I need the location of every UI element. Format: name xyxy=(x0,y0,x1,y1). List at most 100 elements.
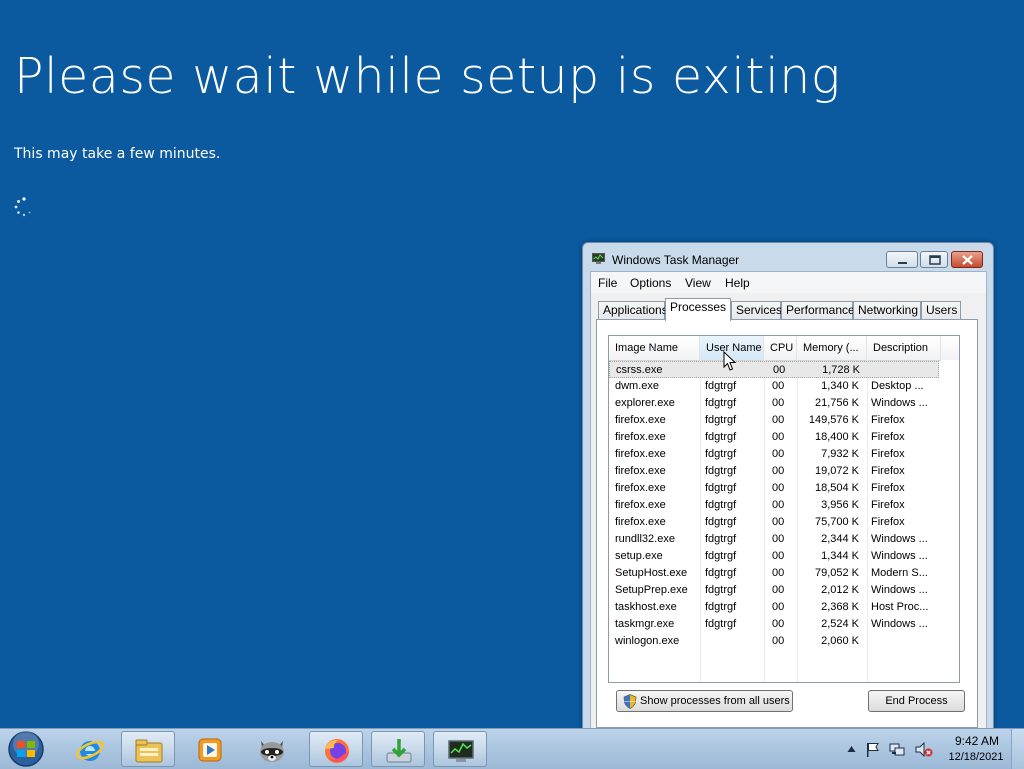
volume-muted-icon[interactable] xyxy=(915,742,933,757)
sort-ascending-icon: ▲ xyxy=(651,345,658,352)
description-cell: Firefox xyxy=(871,482,905,494)
process-row[interactable]: firefox.exe fdgtrgf 00 3,956 K Firefox xyxy=(609,497,939,514)
menu-help[interactable]: Help xyxy=(725,276,750,290)
cpu-cell: 00 xyxy=(772,431,785,443)
menu-options[interactable]: Options xyxy=(630,276,671,290)
cpu-cell: 00 xyxy=(772,601,785,613)
cpu-cell: 00 xyxy=(772,397,785,409)
column-header-cpu[interactable]: CPU xyxy=(764,336,797,360)
process-row[interactable]: taskmgr.exe fdgtrgf 00 2,524 K Windows ... xyxy=(609,616,939,633)
cpu-cell: 00 xyxy=(772,618,785,630)
show-all-processes-button[interactable]: Show processes from all users xyxy=(616,690,793,712)
title-bar[interactable]: Windows Task Manager xyxy=(583,243,993,271)
user-name-cell: fdgtrgf xyxy=(705,465,737,477)
taskbar: 9:42 AM 12/18/2021 xyxy=(0,728,1024,769)
maximize-icon xyxy=(929,255,941,265)
setup-title: Please wait while setup is exiting xyxy=(14,48,841,105)
taskbar-internet-explorer[interactable] xyxy=(63,731,117,767)
user-name-cell: fdgtrgf xyxy=(705,431,737,443)
description-cell: Firefox xyxy=(871,499,905,511)
minimize-button[interactable] xyxy=(886,251,918,268)
taskbar-installer[interactable] xyxy=(371,731,425,767)
user-name-cell: fdgtrgf xyxy=(705,550,737,562)
process-row[interactable]: setup.exe fdgtrgf 00 1,344 K Windows ... xyxy=(609,548,939,565)
installer-icon xyxy=(386,739,412,763)
menu-view[interactable]: View xyxy=(685,276,711,290)
action-center-flag-icon[interactable] xyxy=(865,742,881,757)
cpu-cell: 00 xyxy=(772,499,785,511)
process-row[interactable]: firefox.exe fdgtrgf 00 18,504 K Firefox xyxy=(609,480,939,497)
clock-date[interactable]: 12/18/2021 xyxy=(941,751,1011,763)
description-cell: Firefox xyxy=(871,431,905,443)
close-button[interactable] xyxy=(951,251,983,268)
memory-cell: 2,344 K xyxy=(821,533,859,545)
memory-cell: 21,756 K xyxy=(814,397,859,409)
description-cell: Windows ... xyxy=(871,533,928,545)
show-hidden-icons-icon[interactable] xyxy=(847,745,856,753)
process-row[interactable]: csrss.exe 00 1,728 K xyxy=(609,361,939,378)
column-header-description[interactable]: Description xyxy=(867,336,941,360)
tab-users[interactable]: Users xyxy=(921,301,961,319)
memory-cell: 79,052 K xyxy=(814,567,859,579)
tab-performance[interactable]: Performance xyxy=(781,301,855,319)
memory-cell: 149,576 K xyxy=(808,414,859,426)
network-icon[interactable] xyxy=(889,742,905,757)
image-name-cell: firefox.exe xyxy=(615,482,666,494)
process-row[interactable]: dwm.exe fdgtrgf 00 1,340 K Desktop ... xyxy=(609,378,939,395)
memory-cell: 2,368 K xyxy=(821,601,859,613)
user-name-cell: fdgtrgf xyxy=(705,397,737,409)
image-name-cell: explorer.exe xyxy=(615,397,675,409)
show-all-label: Show processes from all users xyxy=(640,695,790,707)
process-row[interactable]: winlogon.exe 00 2,060 K xyxy=(609,633,939,650)
taskbar-file-explorer[interactable] xyxy=(121,731,175,767)
column-header-image-name[interactable]: ▲ Image Name xyxy=(609,336,700,360)
taskbar-raccoon-app[interactable] xyxy=(245,731,299,767)
end-process-button[interactable]: End Process xyxy=(868,690,965,712)
window-client-area: File Options View Help Applications Proc… xyxy=(590,271,987,729)
clock-time[interactable]: 9:42 AM xyxy=(945,734,1009,748)
process-row[interactable]: firefox.exe fdgtrgf 00 75,700 K Firefox xyxy=(609,514,939,531)
description-cell: Firefox xyxy=(871,516,905,528)
cpu-cell: 00 xyxy=(772,380,785,392)
cpu-cell: 00 xyxy=(772,448,785,460)
show-desktop-button[interactable] xyxy=(1011,729,1024,769)
process-row[interactable]: firefox.exe fdgtrgf 00 18,400 K Firefox xyxy=(609,429,939,446)
taskbar-task-manager[interactable] xyxy=(433,731,487,767)
cpu-cell: 00 xyxy=(773,364,786,376)
menu-file[interactable]: File xyxy=(598,276,617,290)
taskbar-firefox[interactable] xyxy=(309,731,363,767)
start-orb-icon[interactable] xyxy=(6,730,46,768)
description-cell: Modern S... xyxy=(871,567,928,579)
task-manager-window[interactable]: Windows Task Manager File Options View H… xyxy=(582,242,994,730)
taskbar-media-player[interactable] xyxy=(183,731,237,767)
tab-applications[interactable]: Applications xyxy=(598,301,668,319)
process-list[interactable]: ▲ Image Name User Name CPU Memory (... D… xyxy=(608,335,960,683)
mouse-cursor-icon xyxy=(723,351,737,371)
description-cell: Firefox xyxy=(871,414,905,426)
column-label: CPU xyxy=(770,342,794,354)
description-cell: Host Proc... xyxy=(871,601,929,613)
process-row[interactable]: firefox.exe fdgtrgf 00 19,072 K Firefox xyxy=(609,463,939,480)
maximize-button[interactable] xyxy=(920,251,948,268)
memory-cell: 1,344 K xyxy=(821,550,859,562)
user-name-cell: fdgtrgf xyxy=(705,533,737,545)
image-name-cell: firefox.exe xyxy=(615,499,666,511)
minimize-icon xyxy=(898,262,907,264)
file-explorer-icon xyxy=(135,739,163,763)
process-row[interactable]: SetupHost.exe fdgtrgf 00 79,052 K Modern S..… xyxy=(609,565,939,582)
tab-processes[interactable]: Processes xyxy=(665,298,731,321)
process-row[interactable]: firefox.exe fdgtrgf 00 7,932 K Firefox xyxy=(609,446,939,463)
user-name-cell: fdgtrgf xyxy=(705,482,737,494)
column-header-memory[interactable]: Memory (... xyxy=(797,336,867,360)
process-row[interactable]: rundll32.exe fdgtrgf 00 2,344 K Windows ... xyxy=(609,531,939,548)
image-name-cell: setup.exe xyxy=(615,550,663,562)
tab-networking[interactable]: Networking xyxy=(853,301,921,319)
cpu-cell: 00 xyxy=(772,635,785,647)
cpu-cell: 00 xyxy=(772,567,785,579)
process-row[interactable]: explorer.exe fdgtrgf 00 21,756 K Windows ... xyxy=(609,395,939,412)
tab-services[interactable]: Services xyxy=(731,301,782,319)
process-row[interactable]: taskhost.exe fdgtrgf 00 2,368 K Host Proc... xyxy=(609,599,939,616)
memory-cell: 2,060 K xyxy=(821,635,859,647)
process-row[interactable]: firefox.exe fdgtrgf 00 149,576 K Firefox xyxy=(609,412,939,429)
process-row[interactable]: SetupPrep.exe fdgtrgf 00 2,012 K Windows ... xyxy=(609,582,939,599)
